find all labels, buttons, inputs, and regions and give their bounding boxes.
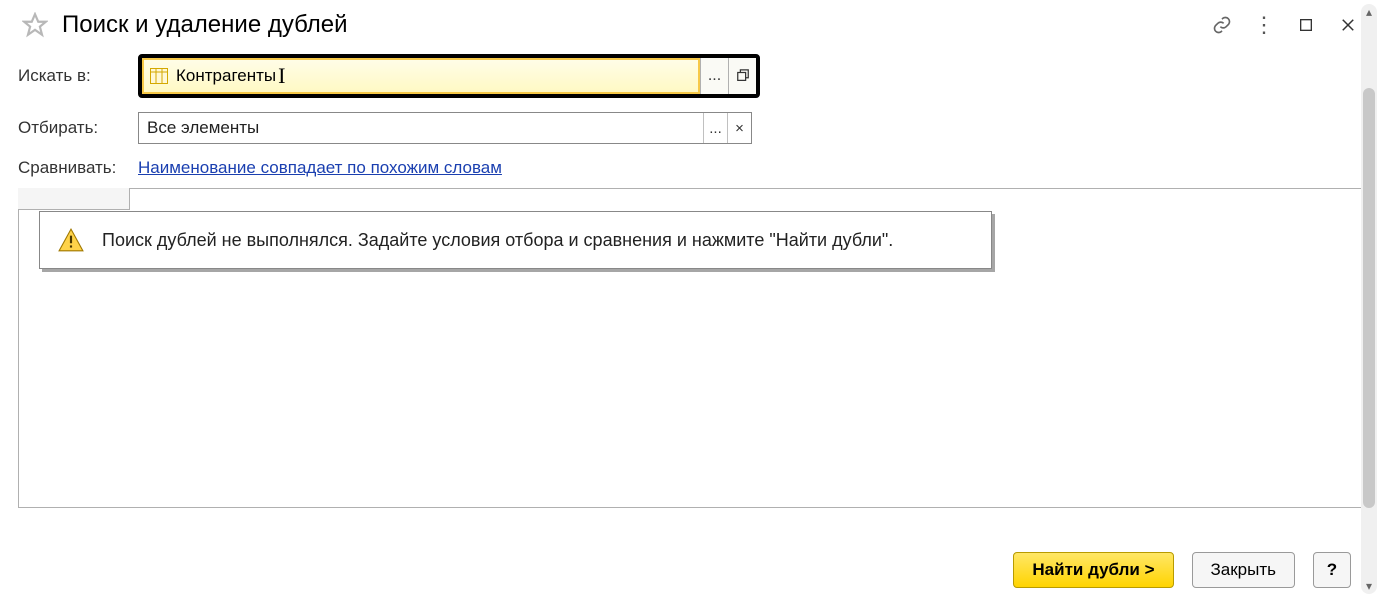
field-search-in-text: Контрагенты xyxy=(176,66,276,86)
label-compare: Сравнивать: xyxy=(18,158,138,178)
select-button[interactable]: ... xyxy=(700,58,728,94)
field-filter-buttons: ... × xyxy=(703,113,751,143)
info-message-box: Поиск дублей не выполнялся. Задайте усло… xyxy=(39,211,992,269)
row-search-in: Искать в: Контрагенты xyxy=(18,54,1363,98)
field-filter-value: Все элементы xyxy=(147,118,703,138)
catalog-icon xyxy=(150,68,168,84)
vertical-scrollbar[interactable]: ▴ ▾ xyxy=(1361,4,1377,594)
warning-icon xyxy=(58,227,84,253)
row-compare: Сравнивать: Наименование совпадает по по… xyxy=(18,158,1363,178)
help-button[interactable]: ? xyxy=(1313,552,1351,588)
link-icon[interactable] xyxy=(1207,10,1237,40)
field-search-in-value: Контрагенты I xyxy=(176,60,692,92)
page-title: Поиск и удаление дублей xyxy=(62,11,1207,39)
kebab-menu-icon[interactable]: ⋮ xyxy=(1249,10,1279,40)
field-search-in-inner: Контрагенты I xyxy=(142,58,700,94)
close-icon[interactable] xyxy=(1333,10,1363,40)
field-search-in-wrap: Контрагенты I ... xyxy=(138,54,760,98)
text-cursor-icon: I xyxy=(278,63,285,89)
window: Поиск и удаление дублей ⋮ Искать в: xyxy=(0,0,1381,598)
titlebar-actions: ⋮ xyxy=(1207,10,1363,40)
find-duplicates-button[interactable]: Найти дубли > xyxy=(1013,552,1173,588)
label-search-in: Искать в: xyxy=(18,66,138,86)
footer: Найти дубли > Закрыть ? xyxy=(1013,552,1351,588)
scroll-up-icon[interactable]: ▴ xyxy=(1361,4,1377,20)
scroll-down-icon[interactable]: ▾ xyxy=(1361,578,1377,594)
favorite-star-icon[interactable] xyxy=(22,12,48,38)
filter-clear-button[interactable]: × xyxy=(727,113,751,143)
field-search-in-buttons: ... xyxy=(700,58,756,94)
compare-rules-link[interactable]: Наименование совпадает по похожим словам xyxy=(138,158,502,178)
titlebar: Поиск и удаление дублей ⋮ xyxy=(0,0,1381,48)
close-button[interactable]: Закрыть xyxy=(1192,552,1295,588)
results-panel: Поиск дублей не выполнялся. Задайте усло… xyxy=(18,188,1363,508)
row-filter: Отбирать: Все элементы ... × xyxy=(18,112,1363,144)
scroll-thumb[interactable] xyxy=(1363,88,1375,508)
open-button[interactable] xyxy=(728,58,756,94)
label-filter: Отбирать: xyxy=(18,118,138,138)
info-message-text: Поиск дублей не выполнялся. Задайте усло… xyxy=(102,230,893,251)
filter-select-button[interactable]: ... xyxy=(703,113,727,143)
field-search-in[interactable]: Контрагенты I ... xyxy=(138,54,760,98)
form-body: Искать в: Контрагенты xyxy=(0,48,1381,178)
field-filter[interactable]: Все элементы ... × xyxy=(138,112,752,144)
maximize-icon[interactable] xyxy=(1291,10,1321,40)
results-tab[interactable] xyxy=(18,188,130,210)
